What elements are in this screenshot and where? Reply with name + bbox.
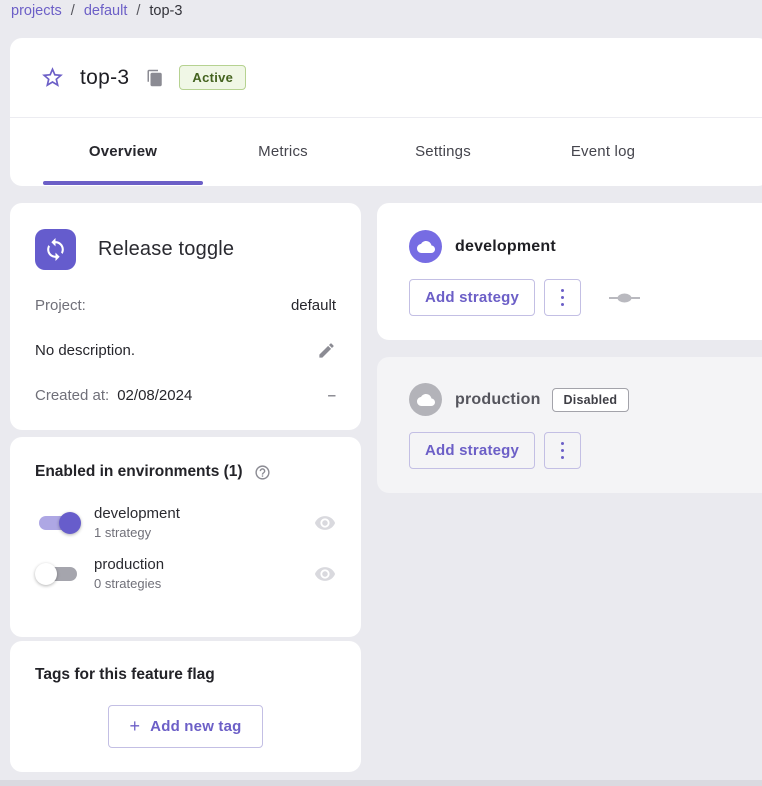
- add-new-tag-label: Add new tag: [150, 718, 241, 735]
- add-strategy-button[interactable]: Add strategy: [409, 279, 535, 316]
- help-icon: [254, 464, 271, 481]
- env-labels: production 0 strategies: [94, 556, 164, 591]
- project-value: default: [291, 297, 336, 314]
- release-toggle-icon: [35, 229, 76, 270]
- env-name: production: [94, 556, 164, 573]
- production-toggle[interactable]: [35, 562, 81, 586]
- add-strategy-label: Add strategy: [425, 442, 519, 459]
- page-bottom-edge: [0, 780, 762, 786]
- tab-label: Event log: [571, 143, 635, 160]
- tab-settings[interactable]: Settings: [363, 118, 523, 185]
- eye-icon: [314, 512, 336, 534]
- environments-card: Enabled in environments (1) development …: [10, 437, 361, 637]
- flag-header-row: top-3 Active: [10, 38, 762, 118]
- kebab-dot: [561, 289, 565, 293]
- created-label: Created at:: [35, 387, 109, 404]
- plus-icon: +: [129, 716, 140, 737]
- env-row-development: development 1 strategy: [35, 505, 336, 540]
- description-text: No description.: [35, 342, 135, 359]
- breadcrumb-current: top-3: [149, 3, 182, 19]
- kebab-dot: [561, 442, 565, 446]
- disabled-badge: Disabled: [552, 388, 630, 412]
- project-label: Project:: [35, 297, 86, 314]
- strategy-indicator-icon: [609, 293, 640, 303]
- environment-menu-button[interactable]: [544, 279, 581, 316]
- env-strategy-count: 0 strategies: [94, 576, 164, 591]
- star-icon: [40, 65, 65, 90]
- active-tab-indicator: [43, 181, 203, 185]
- flag-type-card: Release toggle Project: default No descr…: [10, 203, 361, 430]
- add-strategy-button[interactable]: Add strategy: [409, 432, 535, 469]
- project-row: Project: default: [35, 297, 336, 314]
- development-environment-panel: development Add strategy: [377, 203, 762, 340]
- environments-help-button[interactable]: [254, 464, 271, 481]
- tags-card: Tags for this feature flag + Add new tag: [10, 641, 361, 772]
- tags-card-title: Tags for this feature flag: [35, 666, 336, 684]
- kebab-dot: [561, 296, 565, 300]
- toggle-knob: [59, 512, 81, 534]
- description-row: No description.: [35, 341, 336, 360]
- flag-header-card: top-3 Active Overview Metrics Settings E…: [10, 38, 762, 186]
- cloud-icon: [409, 383, 442, 416]
- cloud-icon: [409, 230, 442, 263]
- tab-label: Metrics: [258, 143, 308, 160]
- development-panel-header: development: [409, 230, 745, 263]
- status-badge: Active: [179, 65, 246, 90]
- add-strategy-label: Add strategy: [425, 289, 519, 306]
- created-row: Created at: 02/08/2024 –: [35, 387, 336, 404]
- env-labels: development 1 strategy: [94, 505, 180, 540]
- tab-overview[interactable]: Overview: [43, 118, 203, 185]
- breadcrumb: projects / default / top-3: [11, 3, 182, 19]
- empty-value-dash: –: [328, 387, 336, 404]
- development-panel-actions: Add strategy: [409, 279, 745, 316]
- environments-card-header: Enabled in environments (1): [35, 463, 336, 481]
- edit-description-button[interactable]: [317, 341, 336, 360]
- created-value: 02/08/2024: [117, 387, 192, 404]
- copy-icon: [146, 69, 164, 87]
- kebab-dot: [561, 456, 565, 460]
- environment-menu-button[interactable]: [544, 432, 581, 469]
- env-row-production: production 0 strategies: [35, 556, 336, 591]
- development-toggle[interactable]: [35, 511, 81, 535]
- flag-type-title: Release toggle: [98, 238, 234, 261]
- breadcrumb-separator: /: [71, 3, 75, 19]
- env-name: development: [94, 505, 180, 522]
- development-visibility-button[interactable]: [314, 512, 336, 534]
- flag-type-header: Release toggle: [35, 229, 336, 270]
- breadcrumb-link-default[interactable]: default: [84, 3, 128, 19]
- tab-label: Overview: [89, 143, 157, 160]
- toggle-knob: [35, 563, 57, 585]
- production-environment-panel: production Disabled Add strategy: [377, 357, 762, 493]
- tab-metrics[interactable]: Metrics: [203, 118, 363, 185]
- environment-name: production: [455, 391, 541, 409]
- breadcrumb-link-projects[interactable]: projects: [11, 3, 62, 19]
- environment-name: development: [455, 238, 556, 256]
- tab-event-log[interactable]: Event log: [523, 118, 683, 185]
- eye-icon: [314, 563, 336, 585]
- breadcrumb-separator: /: [136, 3, 140, 19]
- environments-card-title: Enabled in environments (1): [35, 463, 243, 481]
- pencil-icon: [317, 341, 336, 360]
- production-visibility-button[interactable]: [314, 563, 336, 585]
- kebab-dot: [561, 449, 565, 453]
- env-strategy-count: 1 strategy: [94, 525, 180, 540]
- add-new-tag-button[interactable]: + Add new tag: [108, 705, 262, 748]
- kebab-dot: [561, 303, 565, 307]
- page-title: top-3: [80, 66, 129, 90]
- tab-bar: Overview Metrics Settings Event log: [10, 118, 762, 185]
- tab-label: Settings: [415, 143, 471, 160]
- production-panel-actions: Add strategy: [409, 432, 745, 469]
- favorite-button[interactable]: [39, 65, 65, 91]
- production-panel-header: production Disabled: [409, 383, 745, 416]
- copy-name-button[interactable]: [146, 69, 164, 87]
